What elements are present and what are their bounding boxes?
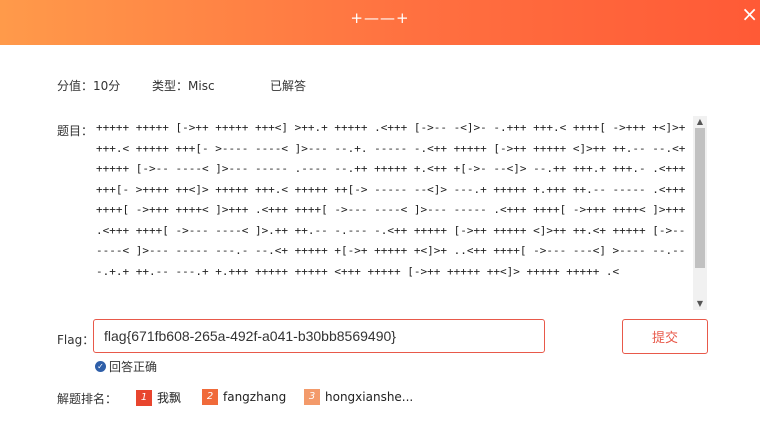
ranking-user-name: fangzhang xyxy=(223,390,287,404)
close-icon[interactable]: × xyxy=(741,4,758,24)
check-circle-icon: ✓ xyxy=(95,361,106,372)
flag-input[interactable] xyxy=(93,319,545,353)
rank-badge-icon: 1 xyxy=(136,389,152,406)
dialog-title: +——+ xyxy=(350,9,410,27)
ranking-label: 解题排名： xyxy=(57,392,118,406)
scrollbar[interactable]: ▲ ▼ xyxy=(693,116,707,310)
result-text: 回答正确 xyxy=(109,360,158,374)
score-text: 分值：10分 xyxy=(57,79,121,93)
question-content: +++++ +++++ [->++ +++++ +++<] >++.+ ++++… xyxy=(96,121,686,278)
question-label: 题目： xyxy=(57,124,94,138)
result-status: ✓ 回答正确 xyxy=(95,358,157,375)
ranking-entry: 2 fangzhang xyxy=(202,389,286,405)
scrollbar-thumb[interactable] xyxy=(695,128,705,268)
submit-button[interactable]: 提交 xyxy=(622,319,708,354)
scroll-down-icon[interactable]: ▼ xyxy=(693,298,707,310)
rank-badge-icon: 3 xyxy=(304,389,320,405)
category-text: 类型：Misc xyxy=(152,79,215,93)
scroll-up-icon[interactable]: ▲ xyxy=(693,116,707,128)
ranking-entry: 3 hongxianshe... xyxy=(304,389,413,405)
ranking-user-name: 我飘 xyxy=(157,391,182,405)
ranking-user-name: hongxianshe... xyxy=(325,390,414,404)
question-textarea[interactable]: +++++ +++++ [->++ +++++ +++<] >++.+ ++++… xyxy=(95,116,707,310)
rank-badge-icon: 2 xyxy=(202,389,218,405)
ranking-entry: 1 我飘 xyxy=(136,389,181,406)
dialog-header: +——+ × xyxy=(0,0,760,45)
flag-label: Flag： xyxy=(57,333,95,347)
solved-status: 已解答 xyxy=(270,79,307,93)
